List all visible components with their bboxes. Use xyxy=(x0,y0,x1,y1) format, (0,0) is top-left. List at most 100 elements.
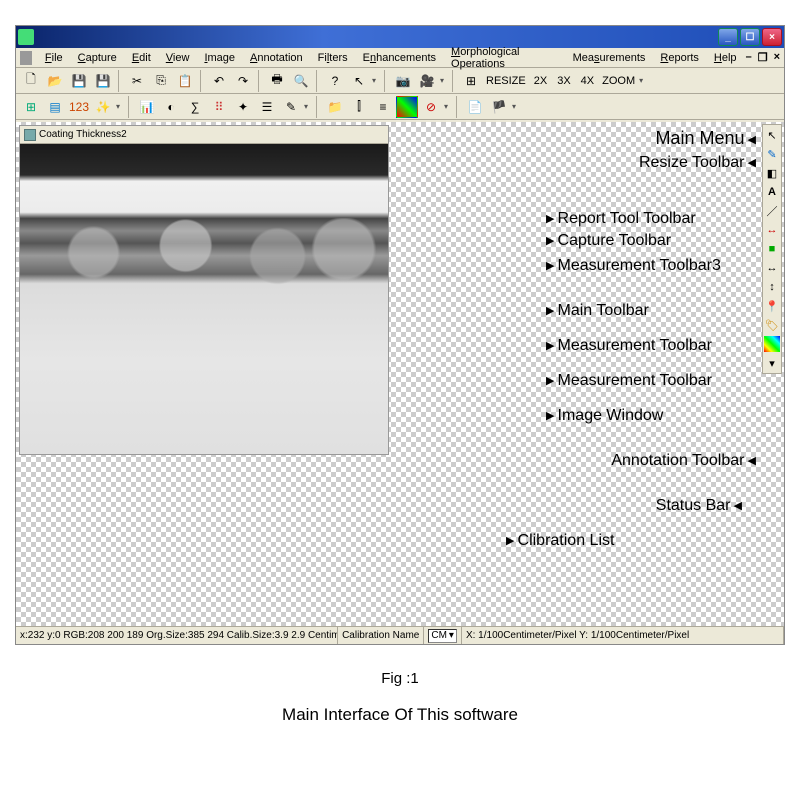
cut-button[interactable]: ✂ xyxy=(126,70,148,92)
workspace: Coating Thickness2 ↖ ✎ ◧ A ／ ↔ ■ ↔ ↕ 📍 🏷… xyxy=(16,122,784,626)
report-flag-button[interactable]: 🏴 xyxy=(488,96,510,118)
maximize-button[interactable]: ☐ xyxy=(740,28,760,46)
palette-icon[interactable] xyxy=(764,336,780,352)
save-button[interactable]: 💾 xyxy=(68,70,90,92)
harrow-icon[interactable]: ↔ xyxy=(764,260,780,276)
menu-capture[interactable]: Capture xyxy=(72,51,123,65)
document-window[interactable]: Coating Thickness2 xyxy=(19,125,389,455)
toolbar-row-1: 🗋 📂 💾 💾 ✂ ⎘ 📋 ↶ ↷ 🖶 🔍 ? ↖ ▾ 📷 🎥 ▾ ⊞ RESI… xyxy=(16,68,784,94)
mdi-minimize[interactable]: – xyxy=(746,51,752,64)
menu-view[interactable]: View xyxy=(160,51,196,65)
help-cursor-button[interactable]: ? xyxy=(324,70,346,92)
wizard-button[interactable]: ✨ xyxy=(92,96,114,118)
chart-button[interactable]: 📊 xyxy=(136,96,158,118)
toolbar-dropdown[interactable]: ▾ xyxy=(372,76,380,85)
zoom-4x[interactable]: 4X xyxy=(577,75,598,87)
toolbar-row-2: ⊞ ▤ 123 ✨ ▾ 📊 ◐ ∑ ⠿ ✦ ☰ ✎ ▾ 📁 ⫿ ≡ ⊘ ▾ 📄 … xyxy=(16,94,784,120)
menu-morphological[interactable]: Morphological Operations xyxy=(445,45,564,71)
color-button[interactable] xyxy=(396,96,418,118)
table-button[interactable]: ⊞ xyxy=(20,96,42,118)
zoom-dropdown[interactable]: ▾ xyxy=(639,76,647,85)
minimize-button[interactable]: _ xyxy=(718,28,738,46)
col-button[interactable]: ⫿ xyxy=(348,96,370,118)
number-button[interactable]: 123 xyxy=(68,96,90,118)
calibration-value: CM xyxy=(431,630,447,641)
pie-button[interactable]: ◐ xyxy=(160,96,182,118)
meas1-dropdown[interactable]: ▾ xyxy=(116,102,124,111)
folder-button[interactable]: 📁 xyxy=(324,96,346,118)
label-capture-toolbar: Capture Toolbar xyxy=(546,232,671,250)
label-annotation-toolbar: Annotation Toolbar xyxy=(611,452,756,470)
titlebar: _ ☐ × xyxy=(16,26,784,48)
calc-button[interactable]: ∑ xyxy=(184,96,206,118)
copy-button[interactable]: ⎘ xyxy=(150,70,172,92)
eraser-icon[interactable]: ◧ xyxy=(764,165,780,181)
close-button[interactable]: × xyxy=(762,28,782,46)
capture-dropdown[interactable]: ▾ xyxy=(440,76,448,85)
mdi-restore[interactable]: ❐ xyxy=(758,51,768,64)
mdi-close[interactable]: × xyxy=(774,51,780,64)
pencil-button[interactable]: ✎ xyxy=(280,96,302,118)
zoom-2x[interactable]: 2X xyxy=(530,75,551,87)
meas2-dropdown[interactable]: ▾ xyxy=(304,102,312,111)
wizard2-button[interactable]: ✦ xyxy=(232,96,254,118)
zoom-3x[interactable]: 3X xyxy=(553,75,574,87)
pin-icon[interactable]: 📍 xyxy=(764,298,780,314)
resize-icon[interactable]: ⊞ xyxy=(460,70,482,92)
menu-edit[interactable]: Edit xyxy=(126,51,157,65)
figure-number: Fig :1 xyxy=(0,670,800,687)
pointer-button[interactable]: ↖ xyxy=(348,70,370,92)
label-main-toolbar: Main Toolbar xyxy=(546,302,649,320)
menu-measurements[interactable]: Measurements xyxy=(567,51,652,65)
label-image-window: Image Window xyxy=(546,407,663,425)
report-doc-button[interactable]: 📄 xyxy=(464,96,486,118)
camera-capture-button[interactable]: 📷 xyxy=(392,70,414,92)
line-icon[interactable]: ／ xyxy=(764,203,780,219)
report-dropdown[interactable]: ▾ xyxy=(512,102,520,111)
open-button[interactable]: 📂 xyxy=(44,70,66,92)
menu-image[interactable]: Image xyxy=(198,51,241,65)
form-button[interactable]: ▤ xyxy=(44,96,66,118)
status-coords: x:232 y:0 RGB:208 200 189 Org.Size:385 2… xyxy=(16,627,338,644)
menu-file[interactable]: File xyxy=(39,51,69,65)
measure-icon[interactable]: ↔ xyxy=(764,222,780,238)
separator xyxy=(200,70,204,92)
varrow-icon[interactable]: ↕ xyxy=(764,279,780,295)
document-image[interactable] xyxy=(20,144,388,454)
separator xyxy=(456,96,460,118)
print-button[interactable]: 🖶 xyxy=(266,70,288,92)
menu-enhancements[interactable]: Enhancements xyxy=(357,51,442,65)
meas3-dropdown[interactable]: ▾ xyxy=(444,102,452,111)
scroll-down-icon[interactable]: ▾ xyxy=(764,355,780,371)
menu-help[interactable]: Help xyxy=(708,51,743,65)
separator xyxy=(452,70,456,92)
figure-title: Main Interface Of This software xyxy=(0,705,800,725)
undo-button[interactable]: ↶ xyxy=(208,70,230,92)
tag-icon[interactable]: 🏷 xyxy=(764,317,780,333)
document-icon xyxy=(24,129,36,141)
zoom-label: ZOOM xyxy=(600,75,637,87)
annotation-toolbar: ↖ ✎ ◧ A ／ ↔ ■ ↔ ↕ 📍 🏷 ▾ xyxy=(762,124,782,374)
document-tab[interactable]: Coating Thickness2 xyxy=(20,126,388,144)
video-capture-button[interactable]: 🎥 xyxy=(416,70,438,92)
stop-button[interactable]: ⊘ xyxy=(420,96,442,118)
rect-icon[interactable]: ■ xyxy=(764,241,780,257)
paste-button[interactable]: 📋 xyxy=(174,70,196,92)
separator xyxy=(384,70,388,92)
scatter-button[interactable]: ⠿ xyxy=(208,96,230,118)
menu-reports[interactable]: Reports xyxy=(654,51,705,65)
new-button[interactable]: 🗋 xyxy=(20,70,42,92)
menu-annotation[interactable]: Annotation xyxy=(244,51,309,65)
saveas-button[interactable]: 💾 xyxy=(92,70,114,92)
pencil-icon[interactable]: ✎ xyxy=(764,146,780,162)
preview-button[interactable]: 🔍 xyxy=(290,70,312,92)
text-icon[interactable]: A xyxy=(764,184,780,200)
list-button[interactable]: ☰ xyxy=(256,96,278,118)
calibration-select[interactable]: CM ▾ xyxy=(424,627,462,644)
menubar: File Capture Edit View Image Annotation … xyxy=(16,48,784,68)
cursor-icon[interactable]: ↖ xyxy=(764,127,780,143)
row-button[interactable]: ≡ xyxy=(372,96,394,118)
redo-button[interactable]: ↷ xyxy=(232,70,254,92)
menu-filters[interactable]: Filters xyxy=(312,51,354,65)
label-meas-toolbar2: Measurement Toolbar xyxy=(546,372,712,390)
